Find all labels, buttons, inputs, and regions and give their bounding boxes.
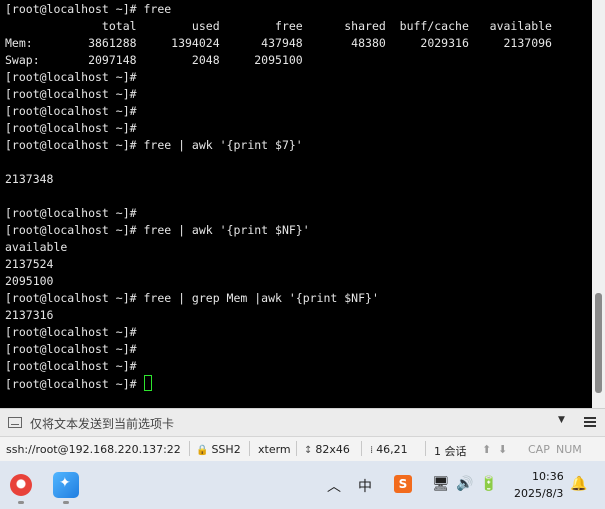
status-cap: CAP xyxy=(528,443,550,456)
lock-icon: 🔒 xyxy=(196,445,209,456)
terminal-line: [root@localhost ~]# free | grep Mem |awk… xyxy=(5,291,379,305)
status-divider xyxy=(296,441,297,456)
terminal-line: [root@localhost ~]# xyxy=(5,359,137,373)
terminal-line: [root@localhost ~]# xyxy=(5,121,137,135)
compose-input[interactable]: 仅将文本发送到当前选项卡 xyxy=(30,415,174,432)
status-cursor-pos-text: 46,21 xyxy=(376,443,408,456)
terminal-output[interactable]: [root@localhost ~]# free total used free… xyxy=(0,0,592,408)
status-divider xyxy=(425,441,426,456)
terminal-line: 2095100 xyxy=(5,274,54,288)
cursor-position-icon: ⁞ xyxy=(370,445,374,456)
status-bar: ssh://root@192.168.220.137:22 🔒 SSH2 xter… xyxy=(0,436,605,461)
terminal-line: [root@localhost ~]# xyxy=(5,104,137,118)
terminal-line: [root@localhost ~]# free | awk '{print $… xyxy=(5,223,310,237)
status-connection: ssh://root@192.168.220.137:22 xyxy=(6,443,181,456)
chevron-up-icon[interactable]: ︿ xyxy=(327,476,341,496)
xshell-app-icon[interactable] xyxy=(53,472,79,498)
network-icon[interactable]: 🖥 xyxy=(432,476,450,492)
hamburger-menu-icon[interactable] xyxy=(584,417,596,427)
terminal-line: [root@localhost ~]# free xyxy=(5,2,172,16)
ime-indicator[interactable]: 中 xyxy=(358,476,372,496)
terminal-line: 2137316 xyxy=(5,308,54,322)
notification-bell-icon[interactable]: 🔔 xyxy=(570,476,587,492)
status-protocol: 🔒 SSH2 xyxy=(196,443,241,456)
status-sessions: 1 会话 xyxy=(434,445,467,458)
terminal-lines: [root@localhost ~]# free total used free… xyxy=(5,1,552,392)
status-size-text: 82x46 xyxy=(315,443,350,456)
running-indicator xyxy=(63,501,69,504)
terminal-line: Swap: 2097148 2048 2095100 xyxy=(5,53,303,67)
status-divider xyxy=(361,441,362,456)
terminal-line: [root@localhost ~]# xyxy=(5,325,137,339)
battery-icon[interactable]: 🔋 xyxy=(480,476,497,492)
terminal-line: [root@localhost ~]# xyxy=(5,342,137,356)
chevron-down-icon[interactable]: ▼ xyxy=(558,415,565,425)
terminal-line: available xyxy=(5,240,68,254)
resize-icon: ↕ xyxy=(304,445,313,456)
scrollbar-thumb[interactable] xyxy=(595,293,602,393)
clock-date[interactable]: 2025/8/3 xyxy=(514,487,563,500)
screen-recorder-icon[interactable] xyxy=(10,474,32,496)
compose-icon xyxy=(8,417,22,428)
speaker-icon[interactable]: 🔊 xyxy=(456,476,473,492)
status-divider xyxy=(189,441,190,456)
terminal-prompt: [root@localhost ~]# xyxy=(5,377,144,391)
running-indicator xyxy=(18,501,24,504)
clock-time[interactable]: 10:36 xyxy=(532,470,564,483)
terminal-line: 2137524 xyxy=(5,257,54,271)
taskbar: ︿ 中 S 🖥 🔊 🔋 10:36 2025/8/3 🔔 xyxy=(0,461,605,509)
terminal-line: [root@localhost ~]# xyxy=(5,87,137,101)
status-size: ↕ 82x46 xyxy=(304,443,350,456)
terminal-line: 2137348 xyxy=(5,172,54,186)
terminal-line: Mem: 3861288 1394024 437948 48380 202931… xyxy=(5,36,552,50)
sogou-ime-icon[interactable]: S xyxy=(394,475,412,493)
status-divider xyxy=(249,441,250,456)
terminal-line: total used free shared buff/cache availa… xyxy=(5,19,552,33)
status-num: NUM xyxy=(556,443,582,456)
status-terminal-type: xterm xyxy=(258,443,291,456)
terminal-line: [root@localhost ~]# free | awk '{print $… xyxy=(5,138,303,152)
terminal-line: [root@localhost ~]# xyxy=(5,206,137,220)
terminal-cursor xyxy=(144,375,153,391)
terminal-scrollbar[interactable] xyxy=(592,0,605,408)
arrow-up-icon[interactable]: ⬆ xyxy=(482,443,491,456)
status-cursor-pos: ⁞ 46,21 xyxy=(370,443,408,456)
status-protocol-text: SSH2 xyxy=(211,443,241,456)
terminal-line: [root@localhost ~]# xyxy=(5,70,137,84)
arrow-down-icon[interactable]: ⬇ xyxy=(498,443,507,456)
compose-bar: 仅将文本发送到当前选项卡 ▼ xyxy=(0,408,605,436)
terminal-prompt-line[interactable]: [root@localhost ~]# xyxy=(5,375,552,392)
